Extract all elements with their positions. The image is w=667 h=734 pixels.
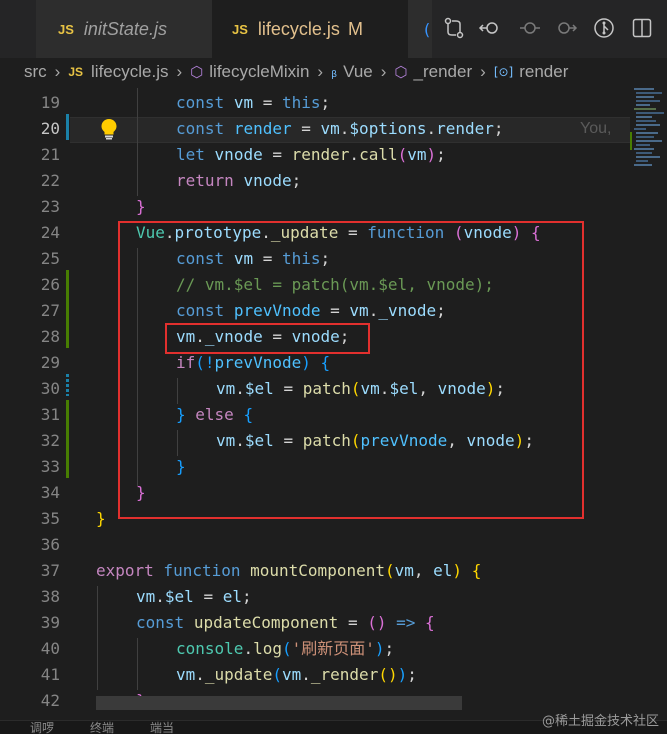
cube-icon: ⬡ <box>190 63 204 81</box>
tab-label: lifecycle.js <box>257 19 340 39</box>
modified-indicator: M <box>347 19 363 39</box>
tab-lifecycle[interactable]: JS lifecycle.js M <box>212 0 408 58</box>
highlight-box-update-function <box>118 221 584 519</box>
code-line: 20 const render = vm.$options.render; Yo… <box>0 116 630 142</box>
chevron-right-icon: › <box>54 62 61 81</box>
variable-icon: ᵦ <box>331 63 338 81</box>
next-change-icon[interactable] <box>554 16 578 40</box>
horizontal-scrollbar[interactable] <box>96 696 462 710</box>
chevron-right-icon: › <box>317 62 324 81</box>
code-line: 19 const vm = this; <box>40 93 331 112</box>
code-line: 38 vm.$el = el; <box>40 587 252 606</box>
status-item[interactable]: 调啰 <box>30 721 54 734</box>
git-blame-annotation[interactable]: You, <box>580 116 611 142</box>
code-line: 21 let vnode = render.call(vm); <box>40 145 446 164</box>
code-editor[interactable]: 19 const vm = this; 20 const render = vm… <box>0 88 667 722</box>
compare-changes-icon[interactable] <box>442 16 466 40</box>
breadcrumb-symbol[interactable]: ⬡ _render <box>394 62 472 82</box>
tab-label: initState.js <box>83 18 167 39</box>
tab-overflow[interactable]: ( <box>408 0 432 58</box>
go-back-change-icon[interactable] <box>478 16 502 40</box>
chevron-right-icon: › <box>380 62 387 81</box>
cube-icon: ⬡ <box>394 63 408 81</box>
field-icon: [⊙] <box>493 65 514 79</box>
minimap[interactable] <box>630 86 667 206</box>
code-line: 36 <box>40 535 60 554</box>
status-item[interactable]: 端当 <box>150 721 174 734</box>
code-line: 37 export function mountComponent(vm, el… <box>40 561 482 580</box>
code-line: 40 console.log('刷新页面'); <box>40 639 395 658</box>
tab-initstate[interactable]: JS initState.js <box>36 0 212 58</box>
code-line: 23 } <box>40 197 146 216</box>
highlight-box-vnode-assignment <box>165 323 370 354</box>
breadcrumb-symbol[interactable]: [⊙] render <box>494 62 569 82</box>
breadcrumb-symbol[interactable]: ⬡ lifecycleMixin <box>190 62 309 82</box>
breadcrumb-file[interactable]: JS lifecycle.js <box>68 62 168 82</box>
watermark: @稀土掘金技术社区 <box>541 714 659 729</box>
breadcrumb-symbol[interactable]: ᵦ Vue <box>331 62 373 82</box>
code-line: 39 const updateComponent = () => { <box>40 613 435 632</box>
js-file-icon: JS <box>58 21 74 37</box>
git-lens-icon[interactable] <box>592 16 616 40</box>
breadcrumb: src › JS lifecycle.js › ⬡ lifecycleMixin ›… <box>0 58 667 86</box>
breadcrumb-folder[interactable]: src <box>24 62 47 82</box>
status-item[interactable]: 终端 <box>90 721 114 734</box>
split-editor-icon[interactable] <box>630 16 654 40</box>
js-file-icon: JS <box>68 65 84 79</box>
lightbulb-icon[interactable] <box>100 118 118 140</box>
chevron-right-icon: › <box>480 62 486 81</box>
js-file-icon: JS <box>232 22 248 37</box>
previous-change-icon[interactable] <box>518 16 542 40</box>
chevron-right-icon: › <box>176 62 183 81</box>
tab-bar: JS initState.js JS lifecycle.js M ( <box>0 0 667 58</box>
code-line: 41 vm._update(vm._render()); <box>40 665 417 684</box>
code-line: 22 return vnode; <box>40 171 302 190</box>
